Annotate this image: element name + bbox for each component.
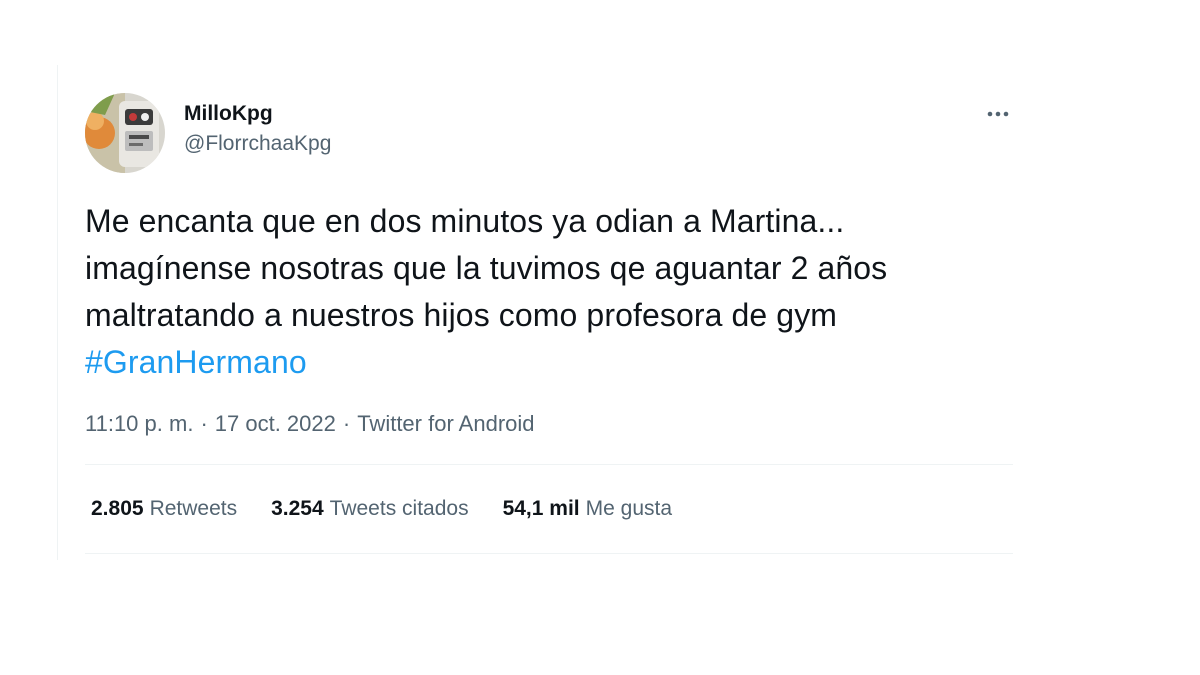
likes-count: 54,1 mil bbox=[502, 497, 580, 520]
tweet-page: MilloKpg @FlorrchaaKpg Me encanta que en… bbox=[0, 0, 1200, 675]
tweet-time[interactable]: 11:10 p. m. bbox=[85, 410, 193, 438]
meta-separator: · bbox=[342, 411, 351, 436]
tweet-text-body: Me encanta que en dos minutos ya odian a… bbox=[85, 203, 888, 333]
more-options-button[interactable] bbox=[984, 104, 1012, 124]
tweet-metadata: 11:10 p. m. · 17 oct. 2022 · Twitter for… bbox=[85, 410, 1015, 438]
avatar[interactable] bbox=[85, 93, 165, 173]
retweets-count: 2.805 bbox=[91, 497, 144, 520]
tweet-header: MilloKpg @FlorrchaaKpg bbox=[85, 90, 1015, 180]
tweet-stats: 2.805 Retweets 3.254 Tweets citados 54,1… bbox=[85, 465, 1015, 553]
author-handle[interactable]: @FlorrchaaKpg bbox=[184, 130, 331, 158]
meta-separator: · bbox=[200, 411, 208, 436]
tweet-source[interactable]: Twitter for Android bbox=[357, 410, 534, 438]
author-display-name[interactable]: MilloKpg bbox=[184, 101, 331, 127]
tweet-text: Me encanta que en dos minutos ya odian a… bbox=[85, 198, 1005, 386]
retweets-label: Retweets bbox=[149, 497, 238, 520]
more-horizontal-icon bbox=[987, 111, 1009, 117]
avatar-image bbox=[85, 93, 165, 173]
hashtag-link[interactable]: #GranHermano bbox=[85, 344, 307, 380]
quote-tweets-stat[interactable]: 3.254 Tweets citados bbox=[271, 497, 468, 521]
likes-label: Me gusta bbox=[585, 497, 673, 520]
tweet-date[interactable]: 17 oct. 2022 bbox=[215, 410, 336, 438]
retweets-stat[interactable]: 2.805 Retweets bbox=[91, 497, 237, 521]
tweet-card: MilloKpg @FlorrchaaKpg Me encanta que en… bbox=[85, 90, 1015, 554]
quote-tweets-count: 3.254 bbox=[271, 497, 324, 520]
likes-stat[interactable]: 54,1 mil Me gusta bbox=[503, 497, 672, 521]
timeline-border bbox=[57, 65, 58, 560]
author-names: MilloKpg @FlorrchaaKpg bbox=[184, 90, 331, 158]
quote-tweets-label: Tweets citados bbox=[329, 497, 469, 520]
divider bbox=[85, 553, 1013, 554]
